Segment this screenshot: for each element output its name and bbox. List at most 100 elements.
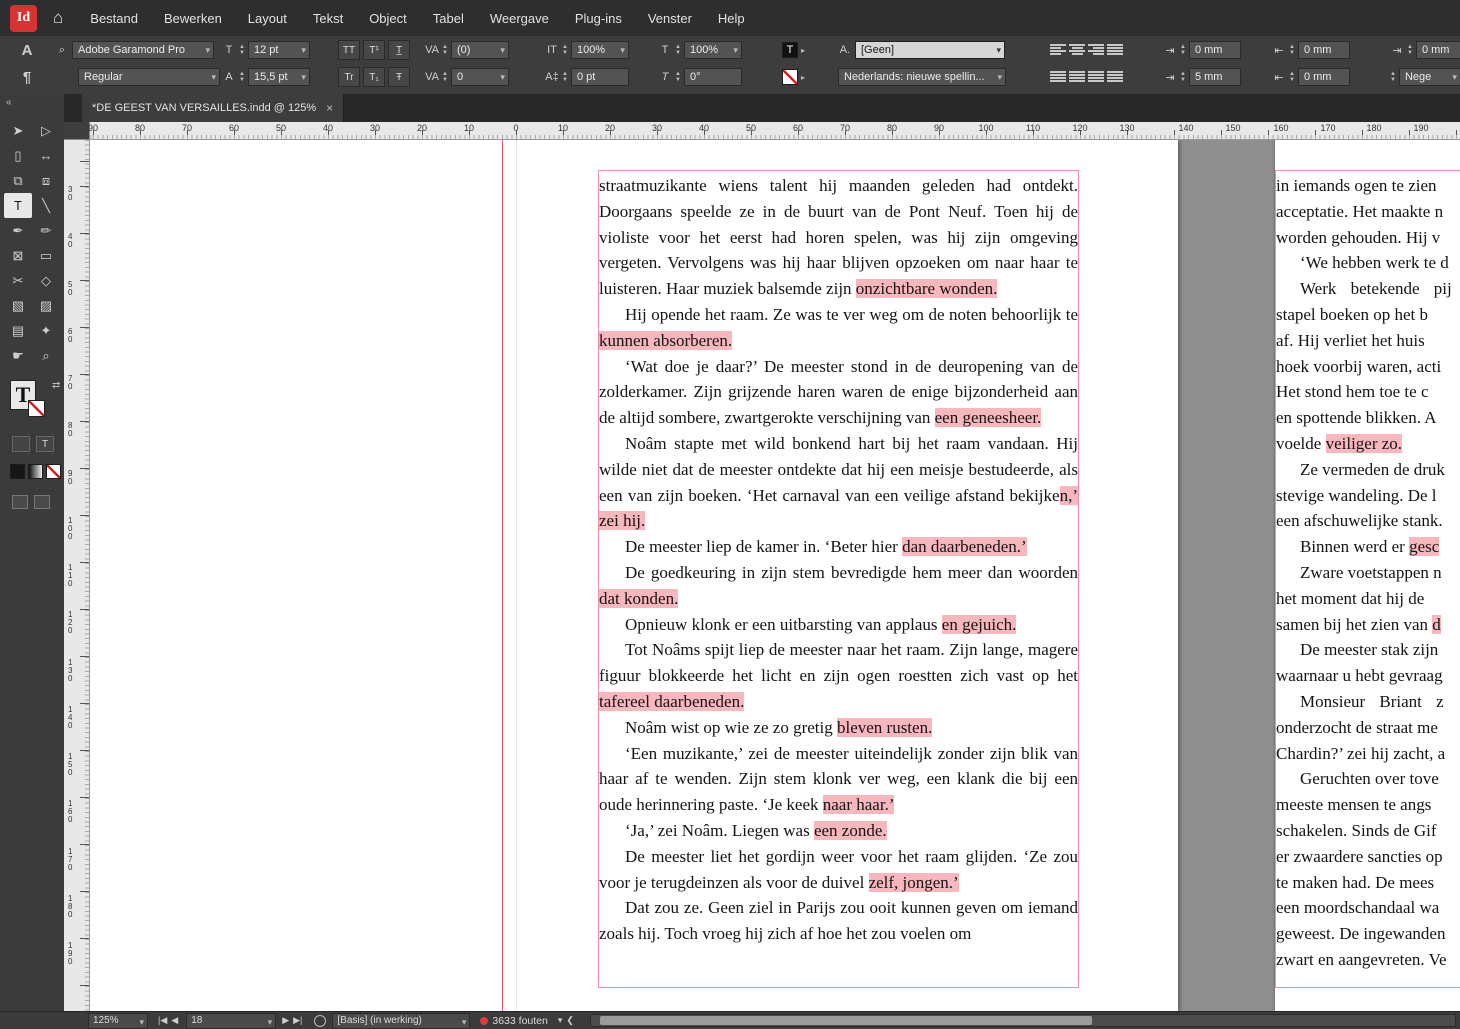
first-line-indent-stepper[interactable] — [1180, 71, 1186, 83]
text-frame-next-page[interactable]: in iemands ogen te zien acceptatie. Het … — [1275, 170, 1460, 988]
space-before-field[interactable]: 0 mm — [1415, 41, 1460, 59]
align-right-button[interactable] — [1088, 44, 1104, 56]
rectangle-tool[interactable]: ▭ — [32, 243, 60, 268]
swap-fill-stroke-icon[interactable]: ⇄ — [52, 380, 60, 391]
previous-page-button[interactable]: ◀ — [171, 1015, 178, 1026]
vertical-scale-stepper[interactable] — [562, 44, 568, 56]
justify-last-left-button[interactable] — [1050, 71, 1066, 83]
formatting-affects-container-button[interactable] — [12, 436, 30, 452]
font-family-field[interactable]: Adobe Garamond Pro — [72, 41, 214, 59]
leading-field[interactable]: 15,5 pt — [247, 68, 310, 86]
character-style-field[interactable]: [Geen] — [855, 41, 1005, 59]
last-line-indent-stepper[interactable] — [1289, 71, 1295, 83]
font-style-field[interactable]: Regular — [78, 68, 220, 86]
menu-bewerken[interactable]: Bewerken — [151, 11, 235, 26]
paragraph-formatting-control[interactable]: ¶ — [20, 66, 34, 88]
scissors-tool[interactable]: ✂ — [4, 268, 32, 293]
character-stroke-swatch[interactable] — [782, 69, 798, 85]
next-page-button[interactable]: ▶ — [282, 1015, 289, 1026]
line-tool[interactable]: ╲ — [32, 193, 60, 218]
far-right-stepper[interactable] — [1390, 71, 1396, 83]
gradient-tool[interactable]: ▧ — [4, 293, 32, 318]
page-number-field[interactable]: 18 — [186, 1012, 277, 1029]
superscript-button[interactable]: T¹ — [363, 40, 385, 60]
formatting-affects-text-button[interactable]: T — [36, 436, 54, 452]
tracking-field[interactable]: 0 — [450, 68, 509, 86]
preflight-error-count[interactable]: 3633 fouten — [492, 1015, 547, 1027]
status-menu-icon[interactable]: ▾ — [558, 1015, 563, 1026]
last-page-button[interactable]: ▶| — [293, 1015, 302, 1026]
document-tab[interactable]: *DE GEEST VAN VERSAILLES.indd @ 125% × — [82, 94, 345, 122]
indent-right-stepper[interactable] — [1289, 44, 1295, 56]
character-fill-swatch[interactable]: T — [782, 42, 798, 58]
normal-view-mode-button[interactable] — [12, 495, 28, 509]
menu-venster[interactable]: Venster — [635, 11, 705, 26]
type-tool[interactable]: T — [4, 193, 32, 218]
horizontal-ruler[interactable]: 90 80 70 60 50 40 30 20 10 0 10 20 30 40 50 60 70 80 90 100… — [88, 122, 1460, 140]
eyedropper-tool[interactable]: ✦ — [32, 318, 60, 343]
menu-plug-ins[interactable]: Plug-ins — [562, 11, 635, 26]
all-caps-button[interactable]: TT — [338, 40, 360, 60]
justify-button[interactable] — [1107, 44, 1123, 56]
preflight-profile-field[interactable]: [Basis] (in werking) — [332, 1012, 471, 1029]
first-line-indent-field[interactable]: 5 mm — [1188, 68, 1241, 86]
scroll-left-icon[interactable]: ❮ — [566, 1015, 574, 1026]
pen-tool[interactable]: ✒ — [4, 218, 32, 243]
kerning-field[interactable]: (0) — [450, 41, 509, 59]
selection-tool[interactable]: ➤ — [4, 118, 32, 143]
strikethrough-button[interactable]: Ŧ — [388, 67, 410, 87]
indent-right-field[interactable]: 0 mm — [1297, 41, 1350, 59]
menu-help[interactable]: Help — [705, 11, 758, 26]
stroke-expander-icon[interactable]: ▸ — [801, 73, 805, 82]
font-search-icon[interactable]: ⌕ — [55, 44, 69, 57]
character-formatting-control[interactable]: A — [20, 39, 34, 61]
language-field[interactable]: Nederlands: nieuwe spellin... — [838, 68, 1006, 86]
pencil-tool[interactable]: ✏ — [32, 218, 60, 243]
vertical-scale-field[interactable]: 100% — [570, 41, 629, 59]
menu-tabel[interactable]: Tabel — [420, 11, 477, 26]
menu-weergave[interactable]: Weergave — [477, 11, 562, 26]
font-size-field[interactable]: 12 pt — [247, 41, 310, 59]
screen-mode-button[interactable] — [34, 495, 50, 509]
subscript-button[interactable]: T₁ — [363, 67, 385, 87]
collapse-panel-icon[interactable]: « — [0, 94, 64, 108]
skew-stepper[interactable] — [675, 71, 681, 83]
horizontal-scale-field[interactable]: 100% — [683, 41, 742, 59]
zoom-tool[interactable]: ⌕ — [32, 343, 60, 368]
menu-object[interactable]: Object — [356, 11, 420, 26]
space-before-stepper[interactable] — [1407, 44, 1413, 56]
underline-button[interactable]: T̲ — [388, 40, 410, 60]
gradient-feather-tool[interactable]: ▨ — [32, 293, 60, 318]
margin-guide[interactable] — [502, 140, 503, 1011]
scrollbar-thumb[interactable] — [599, 1016, 1093, 1025]
text-frame[interactable]: straatmuzikante wiens talent hij maanden… — [598, 170, 1079, 988]
indent-left-stepper[interactable] — [1180, 44, 1186, 56]
vertical-ruler[interactable]: 30 40 50 60 70 80 90 100 110 120 130 140 150 160 170 18… — [64, 140, 90, 1011]
close-tab-icon[interactable]: × — [326, 101, 333, 115]
first-page-button[interactable]: |◀ — [158, 1015, 167, 1026]
last-line-indent-field[interactable]: 0 mm — [1297, 68, 1350, 86]
justify-last-center-button[interactable] — [1069, 71, 1085, 83]
fill-stroke-indicator[interactable]: T ⇄ — [10, 380, 64, 426]
free-transform-tool[interactable]: ◇ — [32, 268, 60, 293]
apply-none-button[interactable] — [46, 464, 61, 479]
align-left-button[interactable] — [1050, 44, 1066, 56]
rectangle-frame-tool[interactable]: ⊠ — [4, 243, 32, 268]
menu-bestand[interactable]: Bestand — [77, 11, 151, 26]
content-placer-tool[interactable]: ⧈ — [32, 168, 60, 193]
justify-last-right-button[interactable] — [1088, 71, 1104, 83]
far-right-field[interactable]: Nege — [1398, 68, 1460, 86]
apply-color-button[interactable] — [10, 464, 25, 479]
leading-stepper[interactable] — [239, 71, 245, 83]
home-icon[interactable]: ⌂ — [53, 8, 63, 28]
story-text-continued[interactable]: in iemands ogen te zien acceptatie. Het … — [1276, 171, 1460, 987]
horizontal-scrollbar[interactable] — [589, 1014, 1456, 1027]
baseline-shift-field[interactable]: 0 pt — [570, 68, 629, 86]
indent-left-field[interactable]: 0 mm — [1188, 41, 1241, 59]
justify-all-button[interactable] — [1107, 71, 1123, 83]
font-size-stepper[interactable] — [239, 44, 245, 56]
story-text[interactable]: straatmuzikante wiens talent hij maanden… — [599, 171, 1078, 987]
skew-field[interactable]: 0° — [683, 68, 742, 86]
content-collector-tool[interactable]: ⧉ — [4, 168, 32, 193]
gap-tool[interactable]: ↔ — [32, 143, 60, 168]
